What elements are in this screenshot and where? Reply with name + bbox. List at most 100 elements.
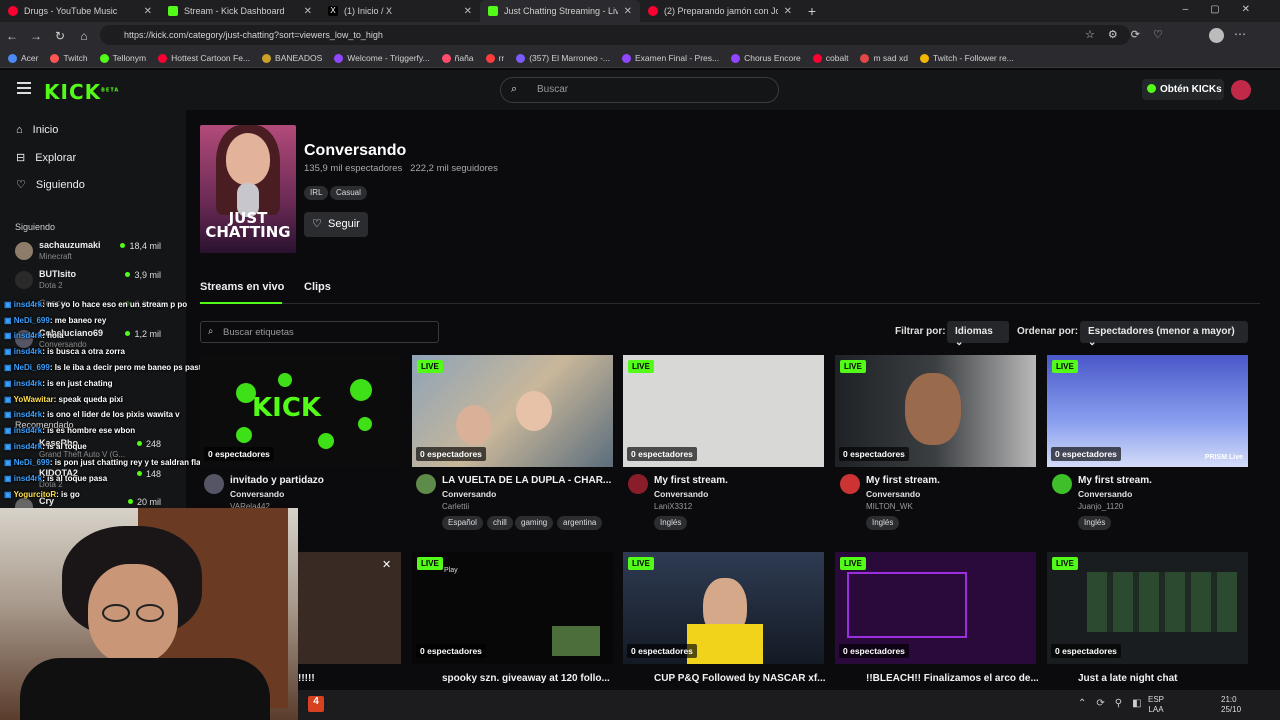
category-tag[interactable]: IRL (304, 186, 329, 200)
close-tab-icon[interactable]: ✕ (464, 6, 472, 17)
stream-title[interactable]: My first stream. (866, 475, 1038, 486)
viewer-count: 0 espectadores (1051, 644, 1121, 658)
category-tag[interactable]: Casual (330, 186, 367, 200)
stream-thumbnail[interactable]: LIVE 0 espectadores (1047, 552, 1248, 664)
stream-title[interactable]: My first stream. (1078, 475, 1250, 486)
stream-tag[interactable]: chill (487, 516, 513, 530)
stream-user[interactable]: LaniX3312 (654, 502, 692, 511)
stream-title[interactable]: !!BLEACH!! Finalizamos el arco de... (866, 673, 1038, 684)
search-input[interactable]: ⌕ Buscar (500, 77, 779, 103)
tray-icons[interactable]: ⌃⟳⚲◧ (1078, 698, 1152, 709)
bookmark-item[interactable]: rr (485, 53, 504, 63)
bookmark-item[interactable]: ñaña (441, 53, 474, 63)
window-controls[interactable]: –▢✕ (1183, 4, 1272, 15)
app-icon[interactable]: 4 (308, 696, 324, 712)
menu-icon[interactable] (17, 82, 31, 94)
bookmark-item[interactable]: Acer (8, 53, 38, 63)
stream-thumbnail[interactable]: ✕ (298, 552, 401, 664)
stream-title[interactable]: !!!!! (298, 673, 318, 684)
following-channel[interactable]: BUTIsito Dota 2 3,9 mil (15, 269, 165, 293)
stream-tag[interactable]: Español (442, 516, 483, 530)
stream-thumbnail[interactable]: Play LIVE 0 espectadores (412, 552, 613, 664)
stream-tag[interactable]: Inglés (654, 516, 688, 530)
new-tab-icon[interactable]: + (800, 3, 824, 19)
stream-user[interactable]: Juanjo_1120 (1078, 502, 1123, 511)
stream-category[interactable]: Conversando (442, 489, 496, 499)
stream-tag[interactable]: gaming (515, 516, 554, 530)
stream-tag[interactable]: Inglés (1078, 516, 1112, 530)
stream-title[interactable]: invitado y partidazo (230, 475, 402, 486)
clock[interactable]: 21:0 25/10 (1221, 695, 1241, 715)
stream-title[interactable]: Just a late night chat (1078, 673, 1250, 684)
close-tab-icon[interactable]: ✕ (624, 6, 632, 17)
stream-thumbnail[interactable]: LIVE 0 espectadores PRISM Live (1047, 355, 1248, 467)
avatar[interactable] (840, 474, 860, 494)
stream-category[interactable]: Conversando (654, 489, 708, 499)
sort-select[interactable]: Espectadores (menor a mayor) ⌄ (1080, 321, 1248, 348)
stream-thumbnail[interactable]: LIVE 0 espectadores (835, 552, 1036, 664)
browser-tab[interactable]: Drugs - YouTube Music ✕ (0, 0, 160, 22)
following-channel[interactable]: sachauzumaki Minecraft 18,4 mil (15, 240, 165, 264)
home-icon[interactable]: ⌂ (72, 29, 96, 43)
get-kicks-button[interactable]: Obtén KICKs (1142, 79, 1224, 100)
bookmark-item[interactable]: Examen Final - Pres... (622, 53, 719, 63)
close-tab-icon[interactable]: ✕ (304, 6, 312, 17)
stream-title[interactable]: My first stream. (654, 475, 826, 486)
sidebar-item-inicio[interactable]: ⌂ Inicio (16, 124, 58, 136)
kick-logo[interactable]: KICKBETA (44, 80, 119, 104)
stream-thumbnail[interactable]: LIVE 0 espectadores (835, 355, 1036, 467)
follow-button[interactable]: ♡ Seguir (304, 212, 368, 237)
language-indicator[interactable]: ESP LAA (1148, 695, 1164, 715)
bookmark-item[interactable]: m sad xd (860, 53, 908, 63)
browser-tab[interactable]: Stream - Kick Dashboard ✕ (160, 0, 320, 22)
stream-thumbnail[interactable]: LIVE 0 espectadores (412, 355, 613, 467)
avatar[interactable] (416, 474, 436, 494)
avatar[interactable] (204, 474, 224, 494)
bookmark-item[interactable]: cobalt (812, 53, 848, 63)
forward-icon[interactable]: → (24, 29, 48, 43)
back-icon[interactable]: ← (0, 29, 24, 43)
bookmark-item[interactable]: Hottest Cartoon Fe... (158, 53, 250, 63)
stream-category[interactable]: Conversando (866, 489, 920, 499)
bookmark-item[interactable]: Twitch (50, 53, 88, 63)
profile-avatar[interactable] (1209, 28, 1224, 43)
stream-category[interactable]: Conversando (230, 489, 284, 499)
stream-tag[interactable]: Inglés (866, 516, 900, 530)
tab-clips[interactable]: Clips (304, 281, 331, 293)
sidebar-item-siguiendo[interactable]: ♡ Siguiendo (16, 178, 85, 192)
sidebar-item-explorar[interactable]: ⊟ Explorar (16, 151, 76, 165)
bookmark-item[interactable]: Chorus Encore (731, 53, 801, 63)
stream-title[interactable]: LA VUELTA DE LA DUPLA - CHAR... (442, 475, 614, 486)
tag-search-input[interactable]: ⌕ Buscar etiquetas (200, 321, 439, 343)
bookmark-item[interactable]: Twitch - Follower re... (919, 53, 1014, 63)
stream-thumbnail[interactable]: LIVE 0 espectadores (623, 552, 824, 664)
stream-user[interactable]: Carlettii (442, 502, 469, 511)
stream-title[interactable]: CUP P&Q Followed by NASCAR xf... (654, 673, 826, 684)
avatar[interactable] (628, 474, 648, 494)
user-avatar[interactable] (1231, 80, 1251, 100)
stream-tag[interactable]: argentina (557, 516, 603, 530)
stream-user[interactable]: MILTON_WK (866, 502, 913, 511)
bookmark-item[interactable]: BANEADOS (262, 53, 322, 63)
tab-live-streams[interactable]: Streams en vivo (200, 281, 284, 293)
toolbar-icons[interactable]: ☆⚙⟳♡ (1085, 28, 1176, 41)
bookmark-item[interactable]: (357) El Marroneo -... (516, 53, 610, 63)
stream-title[interactable]: spooky szn. giveaway at 120 follo... (442, 673, 614, 684)
browser-tab[interactable]: X (1) Inicio / X ✕ (320, 0, 480, 22)
close-icon[interactable]: ✕ (382, 558, 391, 571)
reload-icon[interactable]: ↻ (48, 29, 72, 43)
bookmark-item[interactable]: Tellonym (99, 53, 146, 63)
stream-thumbnail[interactable]: LIVE 0 espectadores (623, 355, 824, 467)
stream-category[interactable]: Conversando (1078, 489, 1132, 499)
language-filter-select[interactable]: Idiomas ⌄ (947, 321, 1009, 348)
browser-tab[interactable]: (2) Preparando jamón con John C ✕ (640, 0, 800, 22)
more-menu-icon[interactable]: ⋯ (1234, 27, 1246, 41)
avatar[interactable] (1052, 474, 1072, 494)
stream-thumbnail[interactable]: KICK 0 espectadores (200, 355, 401, 467)
url-field[interactable]: https://kick.com/category/just-chatting?… (100, 25, 1130, 45)
close-tab-icon[interactable]: ✕ (144, 6, 152, 17)
bookmark-item[interactable]: Welcome - Triggerfy... (334, 53, 430, 63)
close-tab-icon[interactable]: ✕ (784, 6, 792, 17)
chat-badge-icon: ▣ (4, 410, 14, 419)
browser-tab-active[interactable]: Just Chatting Streaming - Liv ✕ (480, 0, 640, 22)
